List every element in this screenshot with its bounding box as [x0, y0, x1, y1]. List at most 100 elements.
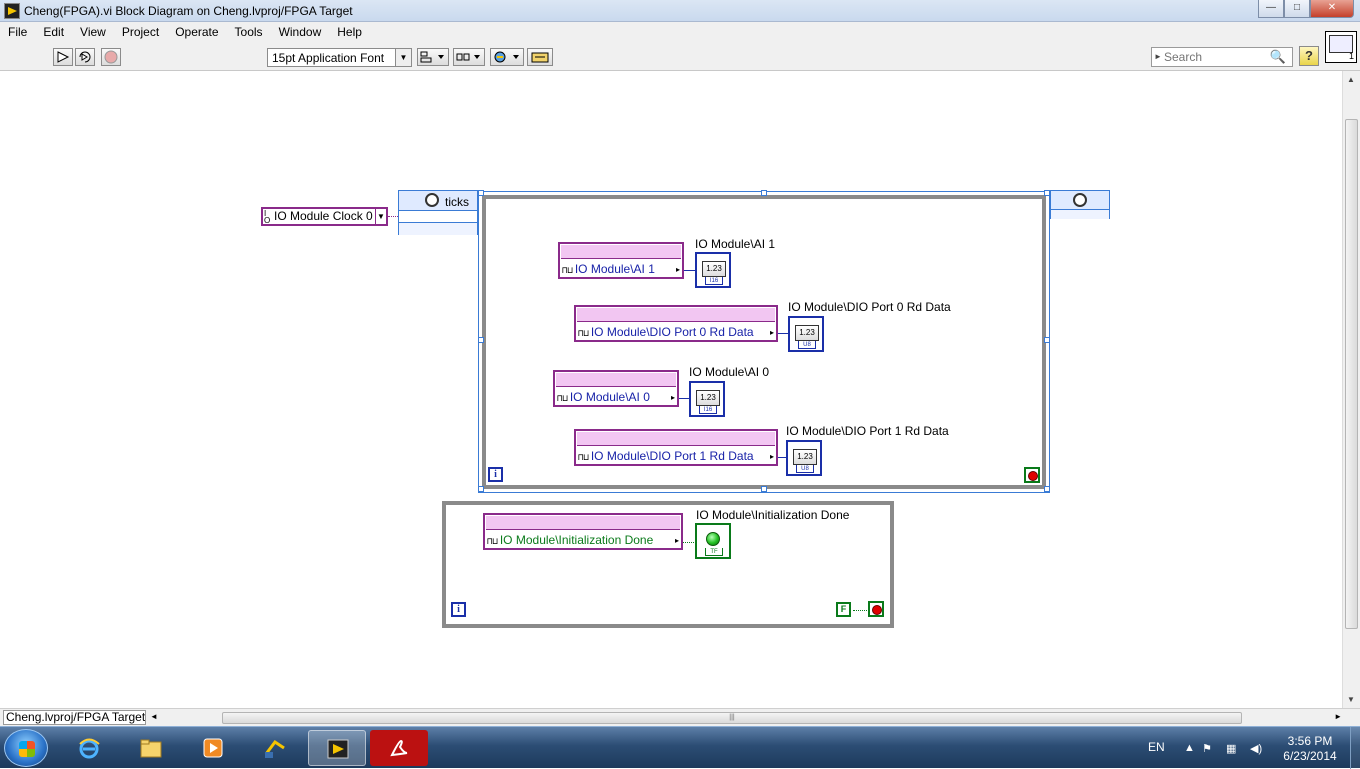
- taskbar-acrobat[interactable]: [370, 730, 428, 766]
- status-bar: Cheng.lvproj/FPGA Target ◄ ||| ►: [0, 708, 1360, 726]
- menu-operate[interactable]: Operate: [167, 22, 226, 43]
- numeric-indicator-dio0[interactable]: 1.23 U8: [788, 316, 824, 352]
- timed-loop-ticks-label: ticks: [445, 195, 469, 209]
- data-type-badge: I16: [705, 277, 723, 285]
- language-indicator[interactable]: EN: [1148, 740, 1165, 754]
- terminal-arrow-icon: ▸: [674, 536, 679, 545]
- taskbar-media-player[interactable]: [184, 730, 242, 766]
- application-instance[interactable]: Cheng.lvproj/FPGA Target: [3, 710, 146, 725]
- selection-handle[interactable]: [1044, 486, 1050, 492]
- internet-explorer-icon: [79, 738, 100, 759]
- search-box: ► 🔍: [1151, 47, 1293, 67]
- selection-handle[interactable]: [1044, 337, 1050, 343]
- start-button[interactable]: [4, 729, 48, 767]
- menu-file[interactable]: File: [0, 22, 35, 43]
- indicator-label[interactable]: IO Module\Initialization Done: [696, 508, 849, 522]
- numeric-indicator-ai1[interactable]: 1.23 I16: [695, 252, 731, 288]
- taskbar-labview[interactable]: [308, 730, 366, 766]
- align-objects-button[interactable]: [417, 48, 449, 66]
- selection-handle[interactable]: [478, 337, 484, 343]
- search-icon[interactable]: 🔍: [1270, 49, 1286, 65]
- cleanup-diagram-button[interactable]: [527, 48, 553, 66]
- numeric-display: 1.23: [793, 449, 817, 465]
- timed-loop-output-row[interactable]: [1051, 209, 1109, 219]
- stop-terminal[interactable]: [1024, 467, 1040, 483]
- fpga-io-node-dio1[interactable]: ⊓⊔ IO Module\DIO Port 1 Rd Data ▸: [574, 429, 778, 466]
- boolean-wire[interactable]: [853, 610, 869, 611]
- title-bar: Cheng(FPGA).vi Block Diagram on Cheng.lv…: [0, 0, 1360, 22]
- menu-edit[interactable]: Edit: [35, 22, 72, 43]
- system-clock[interactable]: 3:56 PM 6/23/2014: [1272, 734, 1348, 764]
- volume-icon[interactable]: ◀): [1250, 742, 1262, 755]
- false-constant[interactable]: F: [836, 602, 851, 617]
- block-diagram-canvas[interactable]: IO IO Module Clock 0 ▼ ticks ⊓⊔ IO Module…: [0, 71, 1342, 708]
- minimize-button[interactable]: —: [1258, 0, 1284, 18]
- stop-terminal[interactable]: [868, 601, 884, 617]
- timed-loop-expand-row[interactable]: [399, 222, 477, 235]
- indicator-label[interactable]: IO Module\AI 0: [689, 365, 769, 379]
- maximize-button[interactable]: □: [1284, 0, 1310, 18]
- context-help-button[interactable]: ?: [1299, 46, 1319, 66]
- font-selector[interactable]: 15pt Application Font ▼: [267, 48, 412, 67]
- timed-loop-source-row[interactable]: [399, 210, 477, 222]
- search-input[interactable]: [1164, 49, 1268, 65]
- vi-icon[interactable]: 1: [1325, 31, 1357, 63]
- indicator-label[interactable]: IO Module\AI 1: [695, 237, 775, 251]
- font-selector-value: 15pt Application Font: [272, 51, 385, 65]
- run-arrow-icon: [57, 51, 70, 63]
- distribute-objects-button[interactable]: [453, 48, 485, 66]
- iteration-terminal[interactable]: i: [488, 467, 503, 482]
- run-button[interactable]: [53, 48, 73, 66]
- horizontal-scrollbar[interactable]: ◄ ||| ►: [150, 711, 1342, 725]
- scroll-up-icon[interactable]: ▲: [1347, 75, 1355, 84]
- menu-help[interactable]: Help: [329, 22, 370, 43]
- numeric-indicator-ai0[interactable]: 1.23 I16: [689, 381, 725, 417]
- scroll-down-icon[interactable]: ▼: [1347, 695, 1355, 704]
- fpga-io-node-init-done[interactable]: ⊓⊔ IO Module\Initialization Done ▸: [483, 513, 683, 550]
- fpga-io-node-dio0[interactable]: ⊓⊔ IO Module\DIO Port 0 Rd Data ▸: [574, 305, 778, 342]
- timed-loop-input-node[interactable]: ticks: [398, 190, 478, 235]
- menu-project[interactable]: Project: [114, 22, 167, 43]
- terminal-arrow-icon: ▸: [675, 265, 680, 274]
- iteration-terminal[interactable]: i: [451, 602, 466, 617]
- taskbar-ie[interactable]: [60, 730, 118, 766]
- data-wire[interactable]: [684, 270, 695, 271]
- dropdown-arrow-icon[interactable]: ▼: [375, 209, 386, 224]
- run-continuously-icon: [79, 51, 91, 63]
- show-desktop-button[interactable]: [1350, 727, 1360, 769]
- action-center-icon[interactable]: ⚑: [1202, 742, 1212, 755]
- search-options-icon[interactable]: ►: [1154, 52, 1162, 61]
- clock-time: 3:56 PM: [1287, 734, 1333, 748]
- selection-handle[interactable]: [478, 190, 484, 196]
- close-button[interactable]: ✕: [1310, 0, 1354, 18]
- menu-tools[interactable]: Tools: [227, 22, 271, 43]
- data-type-badge: I16: [699, 406, 717, 414]
- menu-window[interactable]: Window: [271, 22, 330, 43]
- fpga-io-node-ai1[interactable]: ⊓⊔ IO Module\AI 1 ▸: [558, 242, 684, 279]
- show-hidden-icons-icon[interactable]: ▲: [1184, 742, 1195, 754]
- selection-handle[interactable]: [478, 486, 484, 492]
- boolean-indicator-init-done[interactable]: TF: [695, 523, 731, 559]
- run-continuously-button[interactable]: [75, 48, 95, 66]
- scroll-right-icon[interactable]: ►: [1334, 712, 1342, 721]
- indicator-label[interactable]: IO Module\DIO Port 0 Rd Data: [788, 300, 951, 314]
- selection-handle[interactable]: [1044, 190, 1050, 196]
- fpga-io-node-ai0[interactable]: ⊓⊔ IO Module\AI 0 ▸: [553, 370, 679, 407]
- horizontal-scroll-thumb[interactable]: |||: [222, 712, 1242, 724]
- selection-handle[interactable]: [761, 190, 767, 196]
- reorder-button[interactable]: [490, 48, 524, 66]
- indicator-label[interactable]: IO Module\DIO Port 1 Rd Data: [786, 424, 949, 438]
- timed-loop-output-node[interactable]: [1050, 190, 1110, 219]
- abort-button[interactable]: [101, 48, 121, 66]
- menu-view[interactable]: View: [72, 22, 114, 43]
- scroll-left-icon[interactable]: ◄: [150, 712, 158, 721]
- network-icon[interactable]: ▦: [1226, 742, 1236, 755]
- vertical-scroll-thumb[interactable]: [1345, 119, 1358, 629]
- vertical-scrollbar[interactable]: ▲ ▼: [1342, 71, 1360, 708]
- taskbar-labview-project[interactable]: [246, 730, 304, 766]
- numeric-indicator-dio1[interactable]: 1.23 U8: [786, 440, 822, 476]
- taskbar-explorer[interactable]: [122, 730, 180, 766]
- labview-app-icon[interactable]: [4, 3, 20, 19]
- selection-handle[interactable]: [761, 486, 767, 492]
- clock-constant[interactable]: IO IO Module Clock 0 ▼: [261, 207, 388, 226]
